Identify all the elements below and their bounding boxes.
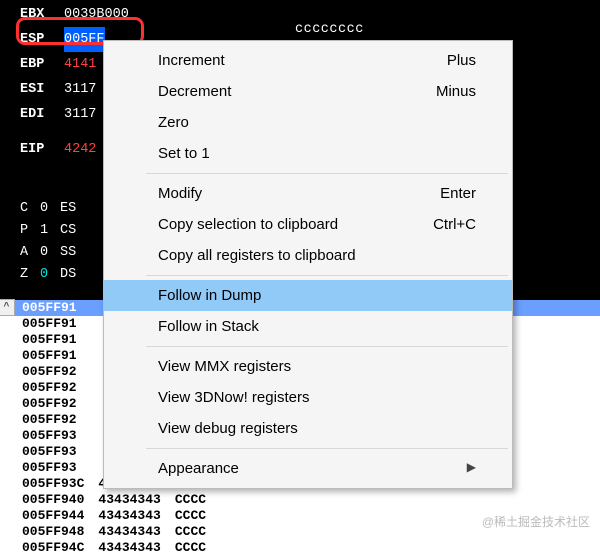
flags-panel: C 0 ES P 1 CS A 0 SS Z 0 DS	[20, 198, 82, 286]
menu-label: View MMX registers	[158, 358, 291, 375]
dump-addr: 005FF948	[22, 524, 84, 540]
flag-row[interactable]: A 0 SS	[20, 242, 82, 264]
menu-label: Appearance	[158, 460, 239, 477]
dump-ascii: CCCC	[175, 524, 206, 540]
menu-separator	[146, 448, 508, 449]
scroll-up-button[interactable]: ^	[0, 299, 15, 316]
reg-name-ebx: EBX	[20, 2, 54, 27]
menu-modify[interactable]: Modify Enter	[104, 178, 512, 209]
menu-increment[interactable]: Increment Plus	[104, 45, 512, 76]
dump-addr: 005FF93	[22, 444, 77, 460]
dump-addr: 005FF92	[22, 396, 77, 412]
menu-decrement[interactable]: Decrement Minus	[104, 76, 512, 107]
menu-shortcut: Enter	[440, 185, 476, 202]
dump-hex: 43434343	[98, 492, 160, 508]
dump-hex: 43434343	[98, 524, 160, 540]
menu-label: View 3DNow! registers	[158, 389, 309, 406]
reg-value-edi: 3117	[64, 102, 96, 127]
reg-value-esi: 3117	[64, 77, 96, 102]
menu-label: Modify	[158, 185, 202, 202]
menu-label: Follow in Dump	[158, 287, 261, 304]
menu-separator	[146, 173, 508, 174]
dump-row[interactable]: 005FF940 43434343 CCCC	[4, 492, 600, 508]
menu-view-3dnow[interactable]: View 3DNow! registers	[104, 382, 512, 413]
menu-shortcut: Ctrl+C	[433, 216, 476, 233]
flag-p-val: 1	[40, 220, 54, 242]
dump-addr: 005FF93C	[22, 476, 84, 492]
flag-row[interactable]: Z 0 DS	[20, 264, 82, 286]
seg-es: ES	[60, 198, 82, 220]
menu-shortcut: Minus	[436, 83, 476, 100]
dump-hex: 43434343	[98, 508, 160, 524]
menu-view-debug[interactable]: View debug registers	[104, 413, 512, 444]
menu-label: Zero	[158, 114, 189, 131]
dump-ascii: CCCC	[175, 540, 206, 556]
reg-name-esp: ESP	[20, 27, 54, 52]
dump-addr: 005FF944	[22, 508, 84, 524]
dump-addr: 005FF93	[22, 428, 77, 444]
menu-copy-selection[interactable]: Copy selection to clipboard Ctrl+C	[104, 209, 512, 240]
dump-addr: 005FF92	[22, 412, 77, 428]
flag-c: C	[20, 198, 34, 220]
flag-row[interactable]: P 1 CS	[20, 220, 82, 242]
dump-addr: 005FF92	[22, 364, 77, 380]
flag-a-val: 0	[40, 242, 54, 264]
watermark-text: @稀土掘金技术社区	[482, 513, 590, 530]
menu-separator	[146, 346, 508, 347]
menu-view-mmx[interactable]: View MMX registers	[104, 351, 512, 382]
menu-label: Follow in Stack	[158, 318, 259, 335]
chevron-right-icon: ▶	[467, 460, 476, 477]
menu-label: Decrement	[158, 83, 231, 100]
menu-shortcut: Plus	[447, 52, 476, 69]
dump-addr: 005FF91	[22, 300, 77, 316]
dump-addr: 005FF91	[22, 316, 77, 332]
reg-name-edi: EDI	[20, 102, 54, 127]
menu-label: Set to 1	[158, 145, 210, 162]
reg-value-ebx: 0039B000	[64, 2, 129, 27]
dump-ascii: CCCC	[175, 492, 206, 508]
dump-addr: 005FF92	[22, 380, 77, 396]
flag-a: A	[20, 242, 34, 264]
menu-separator	[146, 275, 508, 276]
menu-label: Copy all registers to clipboard	[158, 247, 356, 264]
register-row[interactable]: EBX 0039B000	[20, 2, 129, 27]
reg-name-eip: EIP	[20, 137, 54, 162]
flag-row[interactable]: C 0 ES	[20, 198, 82, 220]
menu-label: View debug registers	[158, 420, 298, 437]
dump-addr: 005FF91	[22, 348, 77, 364]
menu-appearance[interactable]: Appearance ▶	[104, 453, 512, 484]
menu-zero[interactable]: Zero	[104, 107, 512, 138]
menu-copy-all[interactable]: Copy all registers to clipboard	[104, 240, 512, 271]
reg-name-esi: ESI	[20, 77, 54, 102]
context-menu: Increment Plus Decrement Minus Zero Set …	[103, 40, 513, 489]
dump-addr: 005FF93	[22, 460, 77, 476]
menu-follow-in-stack[interactable]: Follow in Stack	[104, 311, 512, 342]
seg-ds: DS	[60, 264, 82, 286]
dump-hex: 43434343	[98, 540, 160, 556]
menu-set-to-1[interactable]: Set to 1	[104, 138, 512, 169]
menu-label: Increment	[158, 52, 225, 69]
flag-c-val: 0	[40, 198, 54, 220]
reg-value-eip: 4242	[64, 137, 96, 162]
reg-value-esp: 005FF	[64, 27, 105, 52]
overflow-text: cccccccc	[295, 22, 364, 37]
dump-row[interactable]: 005FF94C 43434343 CCCC	[4, 540, 600, 556]
dump-addr: 005FF940	[22, 492, 84, 508]
menu-label: Copy selection to clipboard	[158, 216, 338, 233]
reg-name-ebp: EBP	[20, 52, 54, 77]
reg-value-ebp: 4141	[64, 52, 96, 77]
seg-ss: SS	[60, 242, 82, 264]
menu-follow-in-dump[interactable]: Follow in Dump	[104, 280, 512, 311]
dump-addr: 005FF91	[22, 332, 77, 348]
flag-p: P	[20, 220, 34, 242]
flag-z-val: 0	[40, 264, 54, 286]
dump-addr: 005FF94C	[22, 540, 84, 556]
dump-ascii: CCCC	[175, 508, 206, 524]
seg-cs: CS	[60, 220, 82, 242]
flag-z: Z	[20, 264, 34, 286]
